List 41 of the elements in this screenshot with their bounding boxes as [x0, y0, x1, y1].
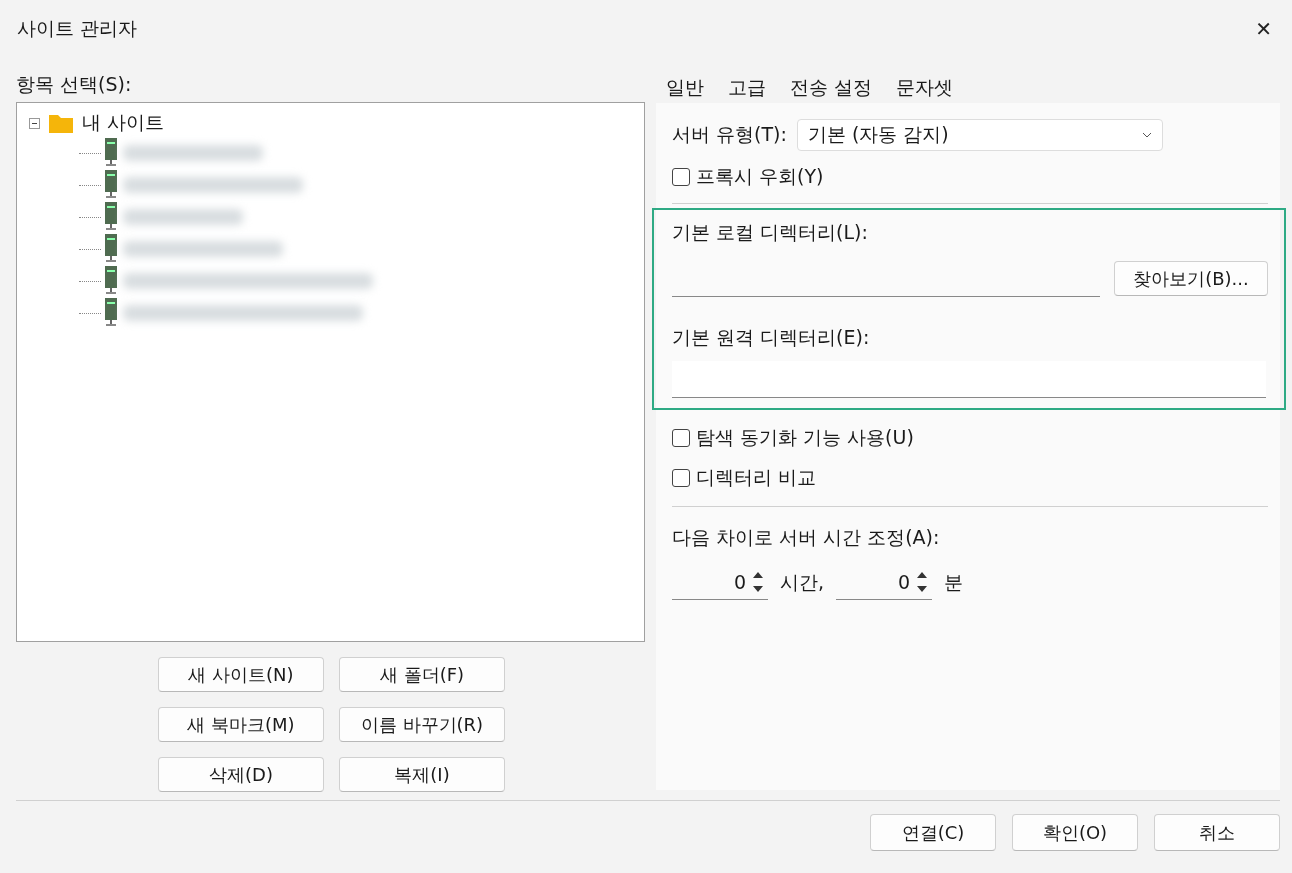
window-title: 사이트 관리자 — [17, 16, 138, 41]
tree-item[interactable]: 내 사이트 — [82, 110, 165, 136]
checkbox[interactable] — [672, 469, 690, 487]
tree-button[interactable]: 새 북마크(M) — [158, 707, 324, 742]
close-button[interactable]: ✕ — [1247, 13, 1280, 45]
checkbox-label: 디렉터리 비교 — [696, 465, 817, 490]
checkbox[interactable] — [672, 168, 690, 186]
checkbox[interactable] — [672, 429, 690, 447]
server-icon — [105, 266, 119, 296]
tree-label: 항목 선택(S): — [16, 72, 133, 94]
server-icon — [105, 170, 119, 200]
remote-dir-label: 기본 원격 디렉터리(E): — [672, 325, 871, 350]
tree-button[interactable]: 복제(I) — [339, 757, 505, 792]
tree-button[interactable]: 삭제(D) — [158, 757, 324, 792]
dialog-button[interactable]: 연결(C) — [870, 814, 996, 851]
local-dir-label: 기본 로컬 디렉터리(L): — [672, 220, 869, 245]
tree-button[interactable]: 새 사이트(N) — [158, 657, 324, 692]
browse-button[interactable]: 찾아보기(B)... — [1114, 261, 1268, 296]
remote-dir-field[interactable] — [672, 361, 1266, 398]
server-icon — [105, 234, 119, 264]
folder-icon — [48, 112, 74, 134]
server-type-label: 서버 유형(T): — [672, 122, 787, 147]
checkbox-label: 프록시 우회(Y) — [696, 164, 824, 189]
hours-unit: 시간, — [780, 569, 825, 595]
server-icon — [105, 298, 119, 328]
chevron-down-icon — [1141, 132, 1152, 138]
tab[interactable]: 전송 설정 — [780, 68, 883, 103]
server-icon — [105, 138, 119, 168]
tab[interactable]: 문자셋 — [886, 68, 964, 103]
tree-button[interactable]: 새 폴더(F) — [339, 657, 505, 692]
server-type-dropdown[interactable]: 기본 (자동 감지) — [796, 119, 1163, 151]
dialog-button[interactable]: 확인(O) — [1012, 814, 1138, 851]
collapse-icon[interactable] — [29, 117, 40, 129]
dialog-button[interactable]: 취소 — [1154, 814, 1280, 851]
tab[interactable]: 고급 — [718, 68, 776, 103]
minutes-unit: 분 — [944, 569, 964, 595]
server-icon — [105, 202, 119, 232]
tab[interactable]: 일반 — [656, 68, 714, 103]
checkbox-label: 탐색 동기화 기능 사용(U) — [696, 425, 914, 450]
tree-button[interactable]: 이름 바꾸기(R) — [339, 707, 505, 742]
time-offset-label: 다음 차이로 서버 시간 조정(A): — [672, 525, 941, 550]
